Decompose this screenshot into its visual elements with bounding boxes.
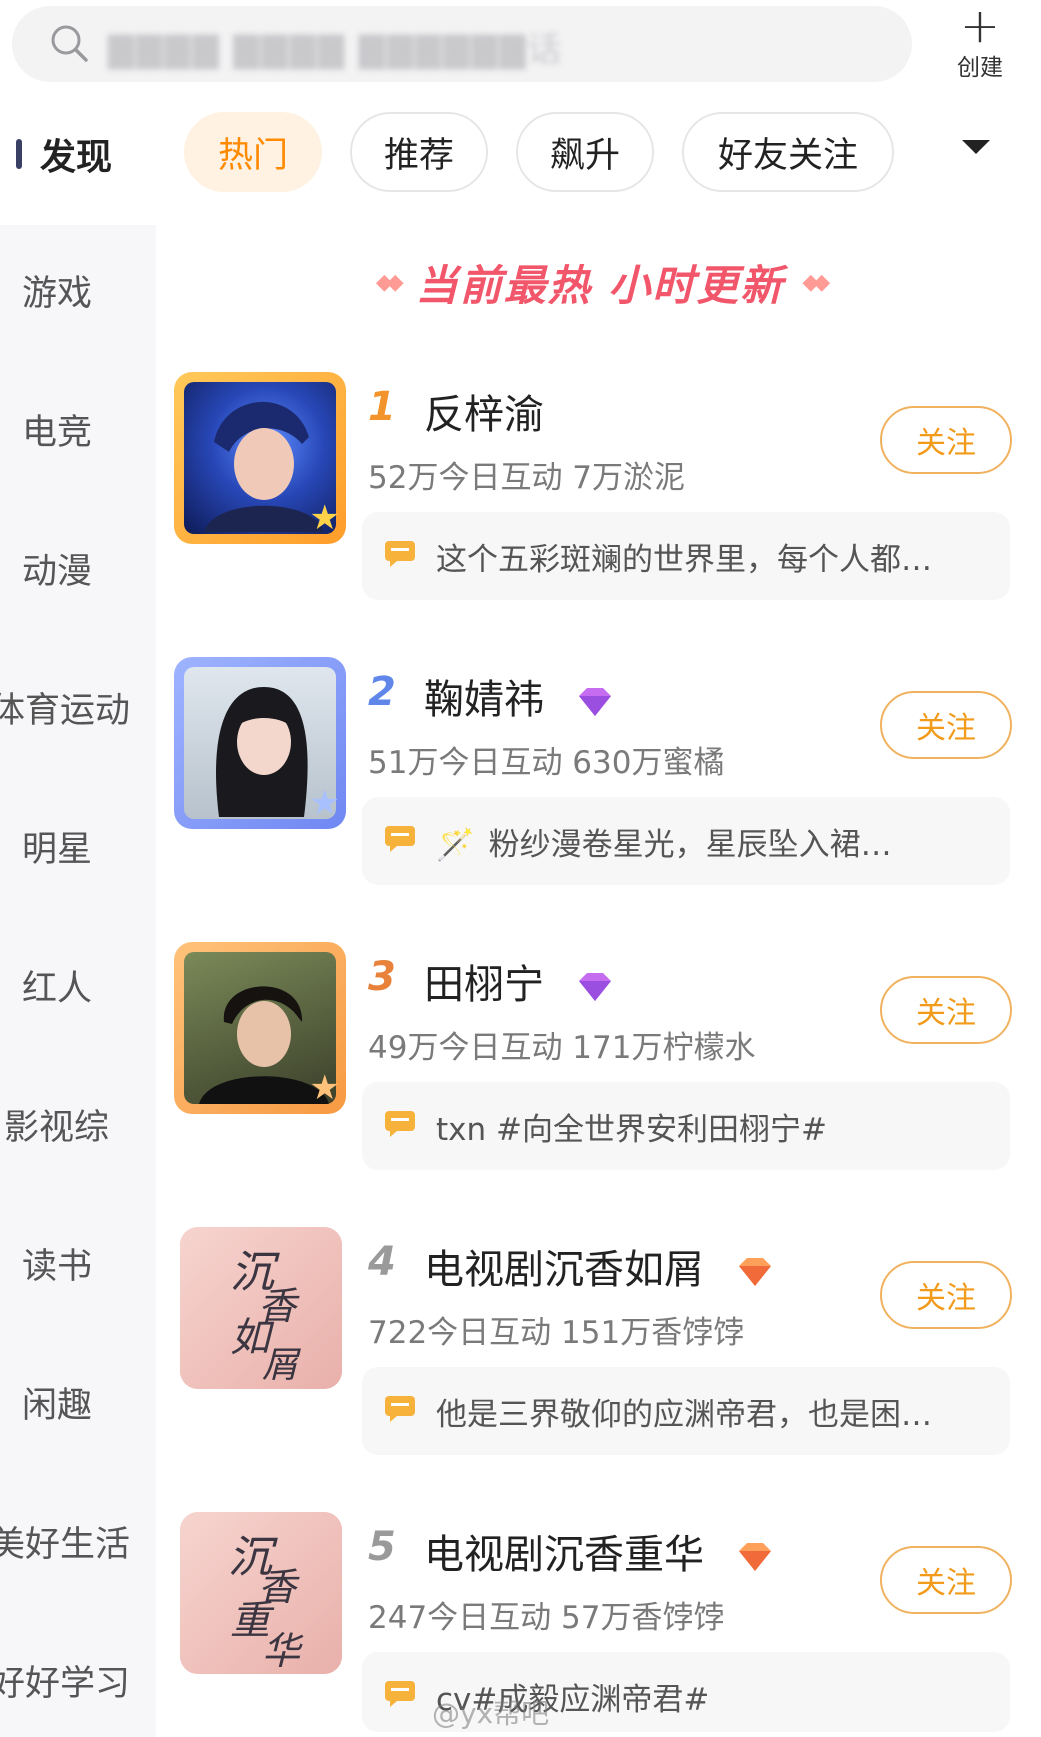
sidebar-item-good-life[interactable]: 美好生活 — [0, 1511, 146, 1571]
plus-icon: + — [959, 0, 1001, 54]
comment-icon — [385, 541, 415, 567]
comment-icon — [385, 826, 415, 852]
sidebar-item-leisure[interactable]: 闲趣 — [0, 1372, 178, 1432]
sidebar-item-anime[interactable]: 动漫 — [0, 538, 178, 598]
tab-rising[interactable]: 飙升 — [516, 112, 654, 192]
entry-stats: 49万今日互动 171万柠檬水 — [368, 1030, 756, 1066]
entry-stats: 722今日互动 151万香饽饽 — [368, 1315, 745, 1351]
quote-text: txn #向全世界安利田栩宁# — [436, 1112, 827, 1148]
sidebar-item-film-tv[interactable]: 影视综 — [0, 1094, 160, 1154]
list-item[interactable]: ★ 1 反梓渝 52万今日互动 7万淤泥 关注 这个五彩斑斓的世界里，每个人都… — [170, 372, 1030, 652]
comment-icon — [385, 1111, 415, 1137]
quote-box[interactable]: 他是三界敬仰的应渊帝君，也是困… — [362, 1367, 1010, 1455]
quote-text: 他是三界敬仰的应渊帝君，也是困… — [436, 1397, 932, 1433]
quote-box[interactable]: 这个五彩斑斓的世界里，每个人都… — [362, 512, 1010, 600]
diamond-deco-icon: ◆◆ — [802, 269, 830, 295]
comment-icon — [385, 1681, 415, 1707]
calligraphy-poster-icon: 沉 香 如 屑 — [230, 1247, 301, 1386]
discover-label: 发现 — [40, 137, 113, 178]
avatar: ★ — [174, 942, 346, 1114]
orange-diamond-badge-icon — [738, 1543, 771, 1571]
rank-number: 5 — [368, 1524, 396, 1570]
sidebar-item-study[interactable]: 好好学习 — [0, 1650, 146, 1710]
search-bar[interactable]: ▇▇▇▇ ▇▇▇▇ ▇▇▇▇▇▇话 — [12, 6, 912, 82]
purple-diamond-badge-icon — [578, 688, 611, 716]
star-icon: ★ — [309, 783, 340, 823]
star-icon: ★ — [309, 1068, 340, 1108]
tab-hot[interactable]: 热门 — [184, 112, 322, 192]
follow-button[interactable]: 关注 — [880, 406, 1012, 474]
calligraphy-poster-icon: 沉 香 重 华 — [228, 1532, 304, 1673]
list-item[interactable]: ★ 3 田栩宁 49万今日互动 171万柠檬水 关注 txn #向全世界安利田栩… — [170, 942, 1030, 1222]
purple-diamond-badge-icon — [578, 973, 611, 1001]
entry-name: 鞠婧祎 — [424, 667, 615, 725]
entry-name-text: 田栩宁 — [424, 962, 544, 1008]
list-item[interactable]: ★ 2 鞠婧祎 51万今日互动 630万蜜橘 关注 🪄 粉纱漫卷星光，星辰坠入裙… — [170, 657, 1030, 937]
avatar: ★ — [174, 657, 346, 829]
tab-recommend[interactable]: 推荐 — [350, 112, 488, 192]
sidebar-item-esports[interactable]: 电竞 — [0, 399, 178, 459]
list-item[interactable]: 沉 香 重 华 5 电视剧沉香重华 247今日互动 57万香饽饽 关注 cv#成… — [170, 1512, 1030, 1737]
expand-tabs-icon[interactable] — [962, 140, 990, 154]
entry-name-text: 电视剧沉香重华 — [424, 1532, 704, 1578]
svg-text:华: 华 — [262, 1629, 304, 1673]
entry-name: 反梓渝 — [424, 392, 544, 438]
create-button[interactable]: + 创建 — [952, 0, 1008, 81]
entry-name-text: 电视剧沉香如屑 — [424, 1247, 704, 1293]
entry-name: 田栩宁 — [424, 952, 615, 1010]
search-placeholder: ▇▇▇▇ ▇▇▇▇ ▇▇▇▇▇▇话 — [108, 30, 564, 70]
discover-heading: 发现 — [16, 128, 112, 180]
magic-wand-icon: 🪄 — [436, 827, 475, 863]
quote-text: 粉纱漫卷星光，星辰坠入裙… — [488, 827, 892, 863]
quote-box[interactable]: 🪄 粉纱漫卷星光，星辰坠入裙… — [362, 797, 1010, 885]
list-item[interactable]: 沉 香 如 屑 4 电视剧沉香如屑 722今日互动 151万香饽饽 关注 他是三… — [170, 1227, 1030, 1507]
avatar: 沉 香 重 华 — [180, 1512, 342, 1674]
follow-button[interactable]: 关注 — [880, 976, 1012, 1044]
entry-name-text: 鞠婧祎 — [424, 677, 544, 723]
rank-number: 4 — [368, 1239, 396, 1285]
sidebar-item-stars[interactable]: 明星 — [0, 816, 178, 876]
watermark: @yx帮吧 — [432, 1697, 550, 1730]
follow-button[interactable]: 关注 — [880, 1261, 1012, 1329]
quote-line: 🪄 粉纱漫卷星光，星辰坠入裙… — [436, 819, 892, 864]
rank-number: 2 — [368, 669, 396, 715]
follow-button[interactable]: 关注 — [880, 1546, 1012, 1614]
comment-icon — [385, 1396, 415, 1422]
discover-indicator — [16, 139, 22, 169]
sidebar-item-sports[interactable]: 体育运动 — [0, 677, 146, 737]
orange-diamond-badge-icon — [738, 1258, 771, 1286]
create-label: 创建 — [957, 55, 1003, 81]
svg-text:屑: 屑 — [262, 1345, 301, 1386]
rank-number: 3 — [368, 954, 396, 1000]
quote-box[interactable]: txn #向全世界安利田栩宁# — [362, 1082, 1010, 1170]
follow-button[interactable]: 关注 — [880, 691, 1012, 759]
entry-name: 电视剧沉香如屑 — [424, 1237, 775, 1295]
avatar: 沉 香 如 屑 — [180, 1227, 342, 1389]
quote-text: 这个五彩斑斓的世界里，每个人都… — [436, 542, 932, 578]
entry-stats: 51万今日互动 630万蜜橘 — [368, 745, 725, 781]
rank-number: 1 — [368, 384, 396, 430]
search-icon — [51, 25, 88, 62]
star-icon: ★ — [309, 498, 340, 538]
sidebar-item-influencers[interactable]: 红人 — [0, 955, 178, 1015]
entry-stats: 247今日互动 57万香饽饽 — [368, 1600, 725, 1636]
tab-friends-following[interactable]: 好友关注 — [682, 112, 894, 192]
entry-name: 电视剧沉香重华 — [424, 1522, 775, 1580]
hot-banner: ◆◆ 当前最热 小时更新 ◆◆ — [350, 252, 850, 312]
sidebar-item-games[interactable]: 游戏 — [0, 260, 178, 320]
avatar: ★ — [174, 372, 346, 544]
banner-title: 当前最热 小时更新 — [415, 260, 785, 310]
entry-stats: 52万今日互动 7万淤泥 — [368, 460, 686, 496]
category-sidebar: 游戏 电竞 动漫 体育运动 明星 红人 影视综 读书 闲趣 美好生活 好好学习 — [0, 225, 156, 1737]
sidebar-item-reading[interactable]: 读书 — [0, 1233, 178, 1293]
diamond-deco-icon: ◆◆ — [375, 269, 404, 295]
